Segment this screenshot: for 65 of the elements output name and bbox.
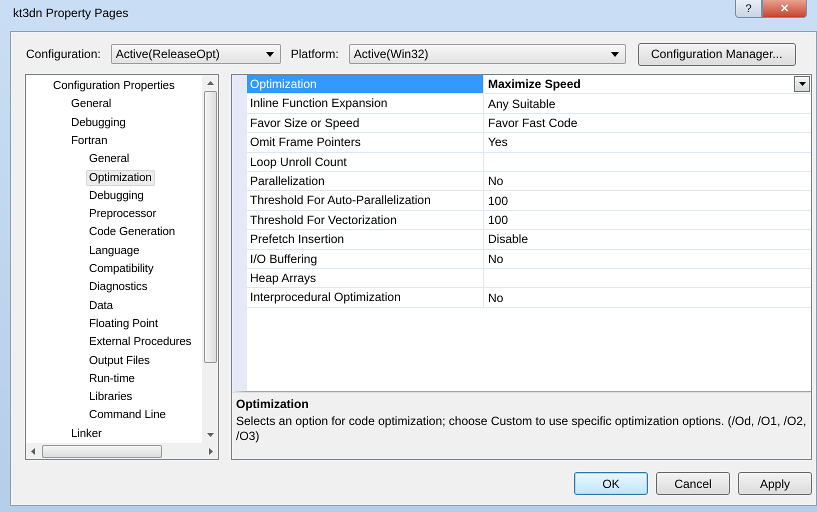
vertical-scrollbar[interactable] bbox=[202, 75, 218, 443]
configuration-dropdown[interactable]: Active(ReleaseOpt) bbox=[110, 44, 281, 64]
property-name[interactable]: Parallelization bbox=[247, 172, 484, 190]
tree-item[interactable]: Diagnostics bbox=[86, 279, 150, 296]
scroll-up-icon[interactable] bbox=[206, 81, 214, 86]
property-value: No bbox=[488, 250, 504, 268]
property-value: Any Suitable bbox=[488, 96, 556, 113]
dropdown-arrow-icon bbox=[266, 52, 274, 57]
property-name[interactable]: Omit Frame Pointers bbox=[247, 133, 484, 152]
scroll-thumb[interactable] bbox=[42, 444, 162, 458]
tree-item[interactable]: Fortran bbox=[68, 132, 110, 149]
property-name[interactable]: Interprocedural Optimization bbox=[247, 288, 484, 307]
dialog-button[interactable]: Cancel bbox=[656, 472, 730, 495]
dropdown-arrow-icon bbox=[610, 52, 619, 57]
tree-item[interactable]: Floating Point bbox=[86, 316, 161, 332]
property-name[interactable]: I/O Buffering bbox=[247, 250, 484, 268]
tree-item[interactable]: Output Files bbox=[86, 352, 153, 369]
tree-item[interactable]: Debugging bbox=[86, 188, 147, 204]
property-name[interactable]: Inline Function Expansion bbox=[247, 94, 484, 113]
tree-item[interactable]: Preprocessor bbox=[86, 206, 160, 222]
tree-item[interactable]: External Procedures bbox=[86, 334, 194, 350]
tree-item[interactable]: Data bbox=[86, 298, 116, 314]
description-title: Optimization bbox=[236, 397, 310, 411]
scroll-right-icon[interactable] bbox=[209, 448, 213, 454]
dropdown-arrow-icon bbox=[798, 82, 806, 86]
property-value: Yes bbox=[488, 134, 508, 152]
property-name[interactable]: Threshold For Auto-Parallelization bbox=[247, 191, 484, 210]
dialog-button[interactable]: Apply bbox=[738, 472, 812, 495]
window-title: kt3dn Property Pages bbox=[13, 6, 128, 20]
property-value: Maximize Speed bbox=[488, 76, 581, 94]
help-button[interactable]: ? bbox=[735, 0, 762, 18]
property-name[interactable]: Heap Arrays bbox=[247, 268, 484, 288]
platform-dropdown[interactable]: Active(Win32) bbox=[348, 44, 626, 64]
property-value: Disable bbox=[488, 231, 528, 248]
property-value: Favor Fast Code bbox=[488, 115, 578, 132]
horizontal-scrollbar[interactable] bbox=[26, 443, 218, 459]
tree-item[interactable]: Libraries bbox=[86, 389, 136, 406]
tree-item[interactable]: Optimization bbox=[86, 170, 155, 186]
tree-item[interactable]: General bbox=[86, 151, 132, 168]
scroll-down-icon[interactable] bbox=[206, 433, 214, 437]
description-text: Selects an option for code optimization; choose Custom to use specific optimization options. (/Od, /O1, /O2, /O3) bbox=[236, 414, 807, 444]
tree-item[interactable]: Debugging bbox=[68, 114, 129, 131]
tree-item[interactable]: Configuration Properties bbox=[50, 78, 178, 94]
property-name[interactable]: Threshold For Vectorization bbox=[247, 210, 484, 230]
scroll-left-icon[interactable] bbox=[31, 448, 35, 454]
configuration-label: Configuration: bbox=[26, 47, 101, 62]
tree-item[interactable]: Command Line bbox=[86, 407, 169, 424]
platform-label: Platform: bbox=[290, 47, 339, 62]
tree-item[interactable]: Compatibility bbox=[86, 261, 157, 278]
property-name[interactable]: Prefetch Insertion bbox=[247, 230, 484, 249]
property-value: 100 bbox=[488, 192, 508, 210]
tree-item[interactable]: Run-time bbox=[86, 370, 138, 387]
property-name[interactable]: Favor Size or Speed bbox=[247, 114, 484, 132]
scroll-thumb[interactable] bbox=[204, 91, 216, 364]
tree-item[interactable]: General bbox=[68, 96, 114, 112]
tree-item[interactable]: Linker bbox=[68, 426, 105, 442]
tree-item[interactable]: Language bbox=[86, 242, 142, 259]
tree-item[interactable]: Code Generation bbox=[86, 224, 178, 240]
property-value: No bbox=[488, 290, 504, 307]
property-name[interactable]: Loop Unroll Count bbox=[247, 152, 484, 172]
configuration-manager-button[interactable]: Configuration Manager... bbox=[638, 42, 796, 66]
dialog-button[interactable]: OK bbox=[574, 472, 648, 495]
dropdown-button[interactable] bbox=[794, 76, 810, 92]
property-value: No bbox=[488, 173, 504, 190]
property-value: 100 bbox=[488, 212, 508, 229]
